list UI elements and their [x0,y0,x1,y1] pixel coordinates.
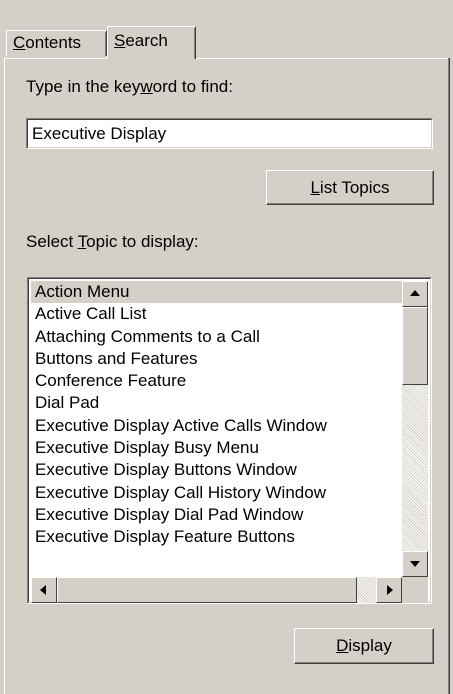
list-topics-mnemonic: L [310,177,320,197]
topic-label-pre: Select [26,232,78,251]
topic-label-mnemonic: T [77,232,87,251]
scroll-right-button[interactable] [376,577,402,603]
tab-contents-label: ontents [25,33,82,52]
keyword-label: Type in the keyword to find: [26,77,233,97]
horizontal-scroll-thumb[interactable] [57,577,357,603]
keyword-label-pre: Type in the key [26,77,141,96]
topic-item[interactable]: Buttons and Features [31,348,402,370]
triangle-up-icon [410,290,420,296]
vertical-scrollbar[interactable] [402,281,428,577]
keyword-label-post: ord to find: [152,77,233,96]
topic-item[interactable]: Action Menu [31,281,402,304]
keyword-field [26,118,433,149]
vertical-scroll-thumb[interactable] [402,307,428,385]
topic-label: Select Topic to display: [26,232,199,252]
tab-search[interactable]: Search [107,26,196,59]
tab-search-label: earch [125,31,168,50]
topic-item[interactable]: Executive Display Feature Buttons [31,526,402,548]
display-mnemonic: D [336,636,349,655]
triangle-down-icon [410,561,420,567]
triangle-left-icon [40,585,46,595]
list-topics-button[interactable]: List Topics [266,170,434,205]
keyword-input[interactable] [30,122,429,145]
topic-item[interactable]: Executive Display Active Calls Window [31,415,402,437]
topic-label-post: opic to display: [86,232,199,251]
horizontal-scrollbar[interactable] [31,577,402,603]
topic-item[interactable]: Attaching Comments to a Call [31,326,402,348]
scrollbar-corner [402,577,428,603]
keyword-label-mnemonic: w [140,77,153,96]
topic-item[interactable]: Executive Display Call History Window [31,482,402,504]
tab-search-mnemonic: S [114,31,126,50]
topic-item[interactable]: Active Call List [31,303,402,325]
topic-item[interactable]: Conference Feature [31,370,402,392]
scroll-left-button[interactable] [31,577,57,603]
topic-item[interactable]: Executive Display Busy Menu [31,437,402,459]
topic-listbox[interactable]: Action Menu Active Call List Attaching Com… [27,277,432,604]
tab-contents[interactable]: Contents [6,30,107,56]
tab-contents-mnemonic: C [13,33,26,52]
topic-list[interactable]: Action Menu Active Call List Attaching Com… [31,281,402,577]
scroll-up-button[interactable] [402,281,428,307]
scroll-down-button[interactable] [402,551,428,577]
topic-item[interactable]: Executive Display Buttons Window [31,459,402,481]
panel-edge-outer [449,58,453,694]
display-label: isplay [348,636,392,655]
list-topics-label: ist Topics [319,177,390,197]
topic-item[interactable]: Executive Display Dial Pad Window [31,504,402,526]
topic-item[interactable]: Dial Pad [31,392,402,414]
display-button[interactable]: Display [294,628,434,664]
triangle-right-icon [387,585,393,595]
